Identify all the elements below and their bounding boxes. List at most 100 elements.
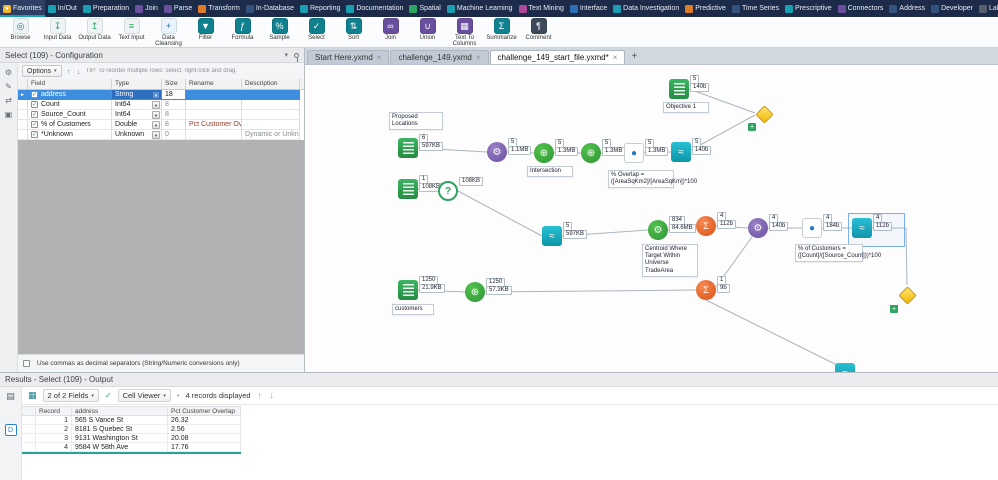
field-type-dropdown[interactable]: String ▾ — [112, 90, 162, 100]
palette-tool[interactable]: ⇅ Sort — [335, 18, 372, 41]
decimal-separator-checkbox[interactable] — [23, 360, 30, 367]
options-button[interactable]: Options ▾ — [22, 65, 62, 77]
pct-cell[interactable]: 2.56 — [168, 425, 241, 434]
palette-tool[interactable]: ▼ Filter — [187, 18, 224, 41]
ribbon-tab[interactable]: Interface — [567, 0, 610, 17]
ribbon-tab[interactable]: Spatial — [406, 0, 443, 17]
move-up-button[interactable]: ↑ — [66, 67, 72, 76]
field-checkbox[interactable]: ✓ — [31, 101, 38, 108]
annotation[interactable]: Objective 1 — [663, 102, 709, 114]
ribbon-tab[interactable]: Connectors — [835, 0, 887, 17]
annotation[interactable]: Intersection — [527, 166, 573, 178]
ribbon-tab[interactable]: Text Mining — [516, 0, 567, 17]
ribbon-tab[interactable]: Laboratory — [976, 0, 998, 17]
palette-tool[interactable]: + Data Cleansing — [150, 18, 187, 48]
palette-tool[interactable]: ↥ Output Data — [76, 18, 113, 41]
input-lookup[interactable]: 1 108KB — [398, 175, 444, 199]
table-view-icon[interactable]: ▤ — [6, 391, 15, 402]
fields-dropdown[interactable]: 2 of 2 Fields ▾ — [42, 389, 99, 402]
palette-tool[interactable]: ∞ Join — [372, 18, 409, 41]
browse-anchor-2[interactable] — [898, 286, 918, 306]
close-tab-icon[interactable]: × — [476, 53, 481, 62]
input-customers[interactable]: 1250 21.9KB — [398, 276, 445, 300]
up-arrow-button[interactable]: ↑ — [257, 391, 263, 400]
annotation-icon[interactable]: ✎ — [5, 82, 12, 91]
record-cell[interactable]: 1 — [36, 416, 72, 425]
collapse-chevron-icon[interactable]: ▾ — [284, 51, 288, 59]
ribbon-tab[interactable]: Preparation — [80, 0, 132, 17]
document-tab[interactable]: Start Here.yxmd × — [307, 50, 390, 64]
grid-icon[interactable]: ▦ — [28, 390, 37, 401]
ribbon-tab[interactable]: Data Investigation — [610, 0, 682, 17]
field-description-cell[interactable] — [242, 120, 300, 130]
browse-anchor-1[interactable] — [755, 105, 775, 125]
field-row[interactable]: ✓*Unknown Unknown▾ 0 Dynamic or Unknown … — [18, 130, 304, 140]
input-objective[interactable]: 5 140b — [669, 75, 710, 99]
address-cell[interactable]: 565 S Vance St — [72, 416, 168, 425]
field-size-cell[interactable]: 0 — [162, 130, 186, 140]
address-cell[interactable]: 9131 Washington St — [72, 434, 168, 443]
spatial-process-tool-1[interactable]: ⊕ 5 1.3MB — [534, 139, 579, 163]
formula-tool[interactable]: ● 4 184b — [802, 214, 843, 238]
field-description-cell[interactable] — [242, 110, 300, 120]
field-row[interactable]: ✓ Count Int64 ▾ 8 — [18, 100, 304, 110]
field-size-cell[interactable]: 8 — [162, 100, 186, 110]
field-size-cell[interactable]: 8 — [162, 110, 186, 120]
field-rename-cell[interactable] — [186, 110, 242, 120]
palette-tool[interactable]: ↧ Input Data — [39, 18, 76, 41]
pct-cell[interactable]: 20.08 — [168, 434, 241, 443]
union-tool[interactable]: ≈ 5 597KB — [542, 222, 588, 246]
palette-tool[interactable]: ✓ Select — [298, 18, 335, 41]
cell-viewer-dropdown[interactable]: Cell Viewer ▾ — [117, 389, 171, 402]
spatial-match-tool[interactable]: ⚙ 5 1.1MB — [487, 138, 532, 162]
palette-tool[interactable]: ≡ Text Input — [113, 18, 150, 41]
result-row[interactable]: 2 8181 S Quebec St 2.56 — [22, 425, 241, 434]
row-selector[interactable] — [22, 416, 36, 425]
count-records-tool[interactable]: Σ 1 9b — [696, 276, 730, 300]
row-selector[interactable]: ► — [18, 90, 28, 100]
palette-tool[interactable]: % Sample — [261, 18, 298, 41]
input-proposed-locations[interactable]: 6 597KB — [398, 134, 444, 158]
row-selector[interactable] — [22, 434, 36, 443]
arrows-icon[interactable]: ⇄ — [5, 96, 12, 105]
ribbon-tab[interactable]: Time Series — [729, 0, 782, 17]
palette-tool[interactable]: ∪ Union — [409, 18, 446, 41]
close-tab-icon[interactable]: × — [613, 53, 618, 62]
workflow-canvas[interactable]: 5 140b + 6 597KB ⚙ 5 1.1MB ⊕ 5 1.3MB ⊕ 5… — [305, 65, 998, 372]
field-checkbox[interactable]: ✓ — [31, 91, 38, 98]
create-points-tool[interactable]: ⊕ 1250 57.3KB — [465, 278, 512, 302]
ribbon-tab[interactable]: Documentation — [343, 0, 406, 17]
record-cell[interactable]: 4 — [36, 443, 72, 452]
ribbon-tab[interactable]: Address — [886, 0, 928, 17]
ribbon-tab[interactable]: Join — [132, 0, 161, 17]
wrench-icon[interactable]: ⚙ — [5, 68, 12, 77]
address-cell[interactable]: 9584 W 58th Ave — [72, 443, 168, 452]
pin-icon[interactable] — [294, 52, 299, 62]
row-selector[interactable] — [18, 130, 28, 140]
result-row[interactable]: 1 565 S Vance St 26.32 — [22, 416, 241, 425]
annotation[interactable]: % Overlap = ([AreaSqKm2]/[AreaSqKm])*100 — [608, 170, 697, 189]
row-selector[interactable] — [22, 425, 36, 434]
row-selector[interactable] — [18, 100, 28, 110]
palette-tool[interactable]: ƒ Formula — [224, 18, 261, 41]
annotation[interactable]: customers — [392, 304, 434, 316]
field-type-dropdown[interactable]: Double ▾ — [112, 120, 162, 130]
annotation[interactable]: Proposed Locations — [389, 112, 443, 131]
ribbon-tab[interactable]: Transform — [195, 0, 243, 17]
dynamic-input-tool[interactable]: ? 108KB — [438, 177, 484, 201]
ribbon-tab[interactable]: Developer — [928, 0, 976, 17]
ribbon-tab[interactable]: Prescriptive — [782, 0, 835, 17]
select-109[interactable]: ≈ 4 112b — [848, 213, 905, 247]
palette-tool[interactable]: ¶ Comment — [520, 18, 557, 41]
field-row[interactable]: ► ✓ address String ▾ 18 — [18, 90, 304, 100]
field-row[interactable]: ✓ Source_Count Int64 ▾ 8 — [18, 110, 304, 120]
field-rename-cell[interactable] — [186, 130, 242, 140]
field-type-dropdown[interactable]: Int64 ▾ — [112, 100, 162, 110]
row-selector[interactable] — [18, 120, 28, 130]
result-row[interactable]: 3 9131 Washington St 20.08 — [22, 434, 241, 443]
ribbon-tab[interactable]: In-Database — [243, 0, 297, 17]
row-selector[interactable] — [18, 110, 28, 120]
summarize-tool[interactable]: Σ 4 112b — [696, 212, 736, 236]
document-tab[interactable]: challenge_149.yxmd × — [390, 50, 489, 64]
ribbon-tab[interactable]: Machine Learning — [444, 0, 516, 17]
